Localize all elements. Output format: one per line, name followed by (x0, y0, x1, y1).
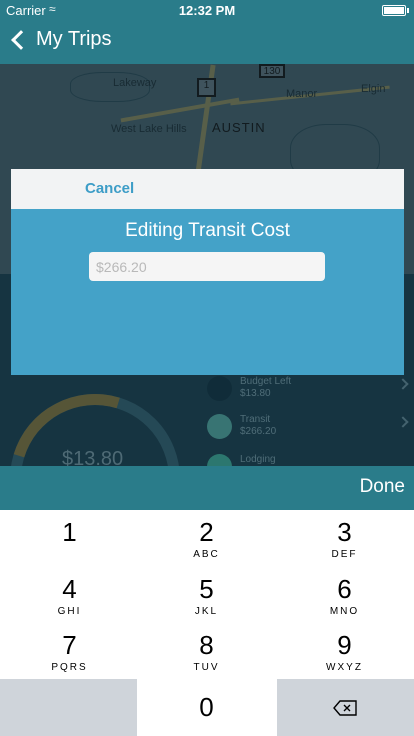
key-letters: JKL (194, 606, 219, 617)
key-digit: 0 (199, 692, 214, 722)
key-2[interactable]: 2 ABC (138, 510, 275, 566)
navigation-bar: My Trips (0, 20, 414, 64)
key-digit: 3 (337, 517, 352, 547)
key-4[interactable]: 4 GHI (1, 567, 138, 623)
highway-shield: 130 (259, 64, 285, 78)
map-label: Manor (286, 88, 318, 100)
legend-name: Lodging (240, 454, 276, 465)
map-label: Lakeway (113, 77, 157, 89)
dialog-header: Cancel (11, 169, 404, 209)
key-digit: 4 (62, 574, 77, 604)
key-letters: WXYZ (326, 662, 363, 673)
highway-shield: 1 (197, 78, 216, 97)
key-digit: 7 (62, 630, 77, 660)
status-time: 12:32 PM (178, 3, 236, 18)
key-letters: TUV (193, 662, 220, 673)
key-6[interactable]: 6 MNO (276, 567, 413, 623)
cancel-button[interactable]: Cancel (85, 180, 134, 197)
back-button[interactable]: My Trips (8, 28, 112, 51)
transit-cost-input[interactable] (89, 252, 325, 281)
key-0[interactable]: 0 (138, 679, 275, 735)
map-label: West Lake Hills (111, 123, 187, 135)
battery-tip (407, 8, 409, 13)
legend-dot (207, 414, 232, 439)
key-digit: 9 (337, 630, 352, 660)
key-7[interactable]: 7 PQRS (1, 623, 138, 679)
key-digit: 6 (337, 574, 352, 604)
keyboard-toolbar: Done (0, 466, 414, 510)
legend-name: Transit (240, 414, 271, 425)
dialog-title: Editing Transit Cost (125, 220, 290, 241)
chevron-left-icon (11, 29, 31, 50)
key-3[interactable]: 3 DEF (276, 510, 413, 566)
key-letters: PQRS (51, 662, 88, 673)
numeric-keypad: 1 2 ABC 3 DEF 4 GHI 5 JKL 6 MNO 7 PQRS 8… (0, 510, 414, 736)
edit-cost-dialog: Cancel Editing Transit Cost (11, 169, 404, 375)
legend-dot (207, 376, 232, 401)
key-digit: 1 (62, 517, 77, 547)
key-digit: 8 (199, 630, 214, 660)
key-letters: DEF (331, 549, 358, 560)
map-label: Elgin (361, 83, 386, 95)
key-letters: MNO (329, 606, 360, 617)
delete-backspace-icon (333, 700, 357, 716)
key-1[interactable]: 1 (1, 510, 138, 566)
delete-key[interactable] (277, 679, 414, 736)
battery-icon (382, 5, 406, 16)
key-5[interactable]: 5 JKL (138, 567, 275, 623)
key-letters: ABC (193, 549, 220, 560)
key-9[interactable]: 9 WXYZ (276, 623, 413, 679)
key-digit: 2 (199, 517, 214, 547)
legend-amount: $266.20 (240, 426, 277, 437)
chevron-right-icon (397, 416, 409, 428)
done-button[interactable]: Done (360, 476, 405, 498)
back-label: My Trips (36, 28, 112, 50)
chevron-right-icon (397, 378, 409, 390)
key-8[interactable]: 8 TUV (138, 623, 275, 679)
map-city-label: AUSTIN (212, 120, 266, 135)
map-road (120, 97, 240, 123)
legend-amount: $13.80 (240, 388, 271, 399)
key-letters: GHI (57, 606, 82, 617)
legend-name: Budget Left (240, 376, 292, 387)
key-digit: 5 (199, 574, 214, 604)
key-blank (0, 679, 137, 736)
status-bar: Carrier ≈ 12:32 PM (0, 0, 414, 20)
